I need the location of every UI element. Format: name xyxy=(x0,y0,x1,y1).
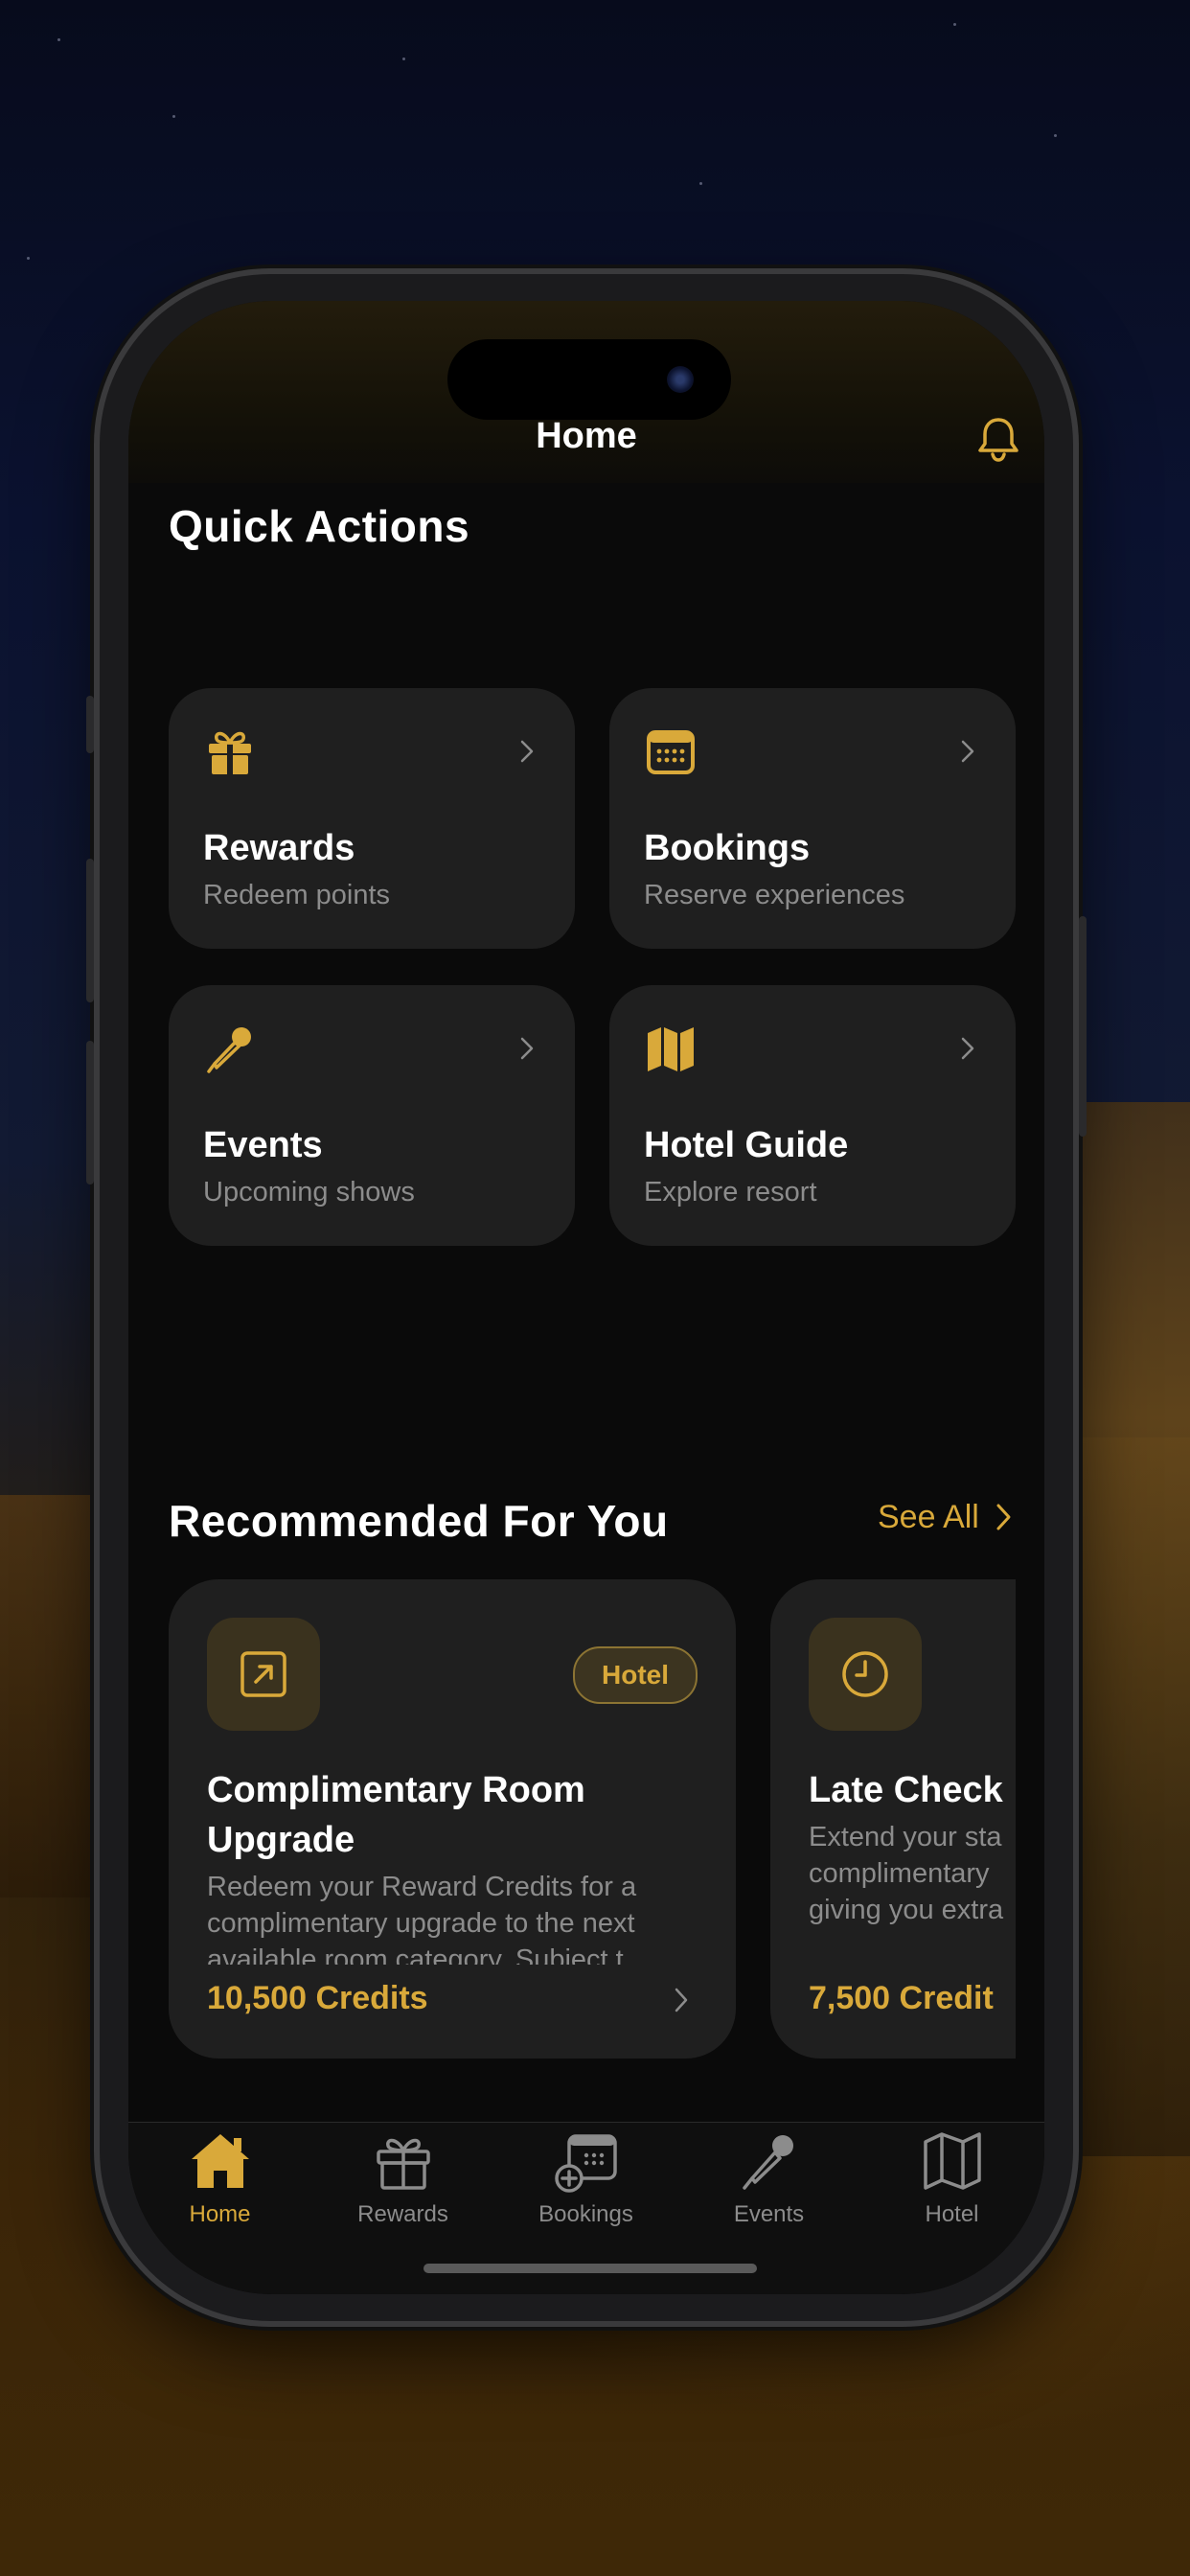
app-screen: Home Quick Actions Rewards Redeem points xyxy=(128,301,1044,2294)
quick-actions-title: Quick Actions xyxy=(169,501,470,551)
recommended-carousel[interactable]: Hotel Complimentary Room Upgrade Redeem … xyxy=(169,1579,1016,2058)
app-header: Home xyxy=(128,301,1044,483)
quick-action-title: Hotel Guide xyxy=(644,1125,849,1165)
recommended-item-description: Extend your sta complimentary giving you… xyxy=(809,1822,1004,1925)
calendar-add-icon xyxy=(555,2134,617,2193)
chevron-right-icon[interactable] xyxy=(989,1501,1018,1533)
tab-events[interactable]: Events xyxy=(677,2123,860,2238)
recommended-icon-box xyxy=(207,1618,320,1731)
background-star xyxy=(27,257,30,260)
page-title: Home xyxy=(536,416,637,456)
phone-frame: Home Quick Actions Rewards Redeem points xyxy=(86,274,1087,2321)
quick-action-hotel-guide[interactable]: Hotel Guide Explore resort xyxy=(609,985,1016,1246)
microphone-icon xyxy=(743,2135,793,2190)
recommended-item-title: Complimentary Room Upgrade xyxy=(207,1770,585,1860)
chevron-right-icon xyxy=(961,1037,974,1060)
category-badge: Hotel xyxy=(573,1646,698,1704)
microphone-icon xyxy=(207,1027,251,1073)
quick-action-bookings[interactable]: Bookings Reserve experiences xyxy=(609,688,1016,949)
background-star xyxy=(1054,134,1057,137)
tab-label: Events xyxy=(733,2201,805,2227)
tab-bookings[interactable]: Bookings xyxy=(494,2123,677,2238)
recommended-title: Recommended For You xyxy=(169,1496,669,1546)
phone-action-button xyxy=(86,696,94,753)
recommended-icon-box xyxy=(809,1618,922,1731)
bell-icon[interactable] xyxy=(972,412,1025,466)
chevron-right-icon[interactable] xyxy=(669,1986,694,2014)
chevron-right-icon xyxy=(961,740,974,763)
tab-label: Bookings xyxy=(538,2201,633,2227)
chevron-right-icon xyxy=(520,740,534,763)
background-star xyxy=(172,115,175,118)
home-icon xyxy=(192,2134,249,2188)
quick-action-subtitle: Upcoming shows xyxy=(203,1177,415,1208)
background-star xyxy=(402,58,405,60)
background-star xyxy=(57,38,60,41)
phone-power-button xyxy=(1079,916,1087,1137)
map-icon xyxy=(648,1027,694,1071)
recommended-card[interactable]: Hotel Complimentary Room Upgrade Redeem … xyxy=(169,1579,736,2058)
see-all-link[interactable]: See All xyxy=(878,1499,979,1536)
recommended-item-credits: 7,500 Credit xyxy=(809,1980,994,2016)
background-star xyxy=(699,182,702,185)
phone-volume-up-button xyxy=(86,859,94,1002)
quick-action-title: Events xyxy=(203,1125,323,1165)
recommended-item-title: Late Check xyxy=(809,1770,1003,1810)
quick-action-title: Rewards xyxy=(203,828,355,868)
quick-action-subtitle: Redeem points xyxy=(203,880,391,910)
calendar-icon xyxy=(647,730,695,774)
background-star xyxy=(953,23,956,26)
recommended-card[interactable]: Late Check Extend your sta complimentary… xyxy=(770,1579,1016,2058)
quick-action-subtitle: Explore resort xyxy=(644,1177,817,1208)
quick-action-subtitle: Reserve experiences xyxy=(644,880,905,910)
tab-hotel[interactable]: Hotel xyxy=(860,2123,1043,2238)
quick-action-rewards[interactable]: Rewards Redeem points xyxy=(169,688,575,949)
phone-volume-down-button xyxy=(86,1041,94,1184)
tab-label: Home xyxy=(189,2201,251,2227)
tab-home[interactable]: Home xyxy=(128,2123,311,2238)
home-indicator[interactable] xyxy=(423,2264,757,2273)
recommended-item-description: Redeem your Reward Credits for a complim… xyxy=(207,1872,647,1965)
chevron-right-icon xyxy=(520,1037,534,1060)
clock-icon xyxy=(842,1651,888,1697)
front-camera xyxy=(667,366,694,393)
recommended-item-credits: 10,500 Credits xyxy=(207,1980,428,2016)
tab-label: Hotel xyxy=(925,2201,979,2227)
gift-icon xyxy=(377,2138,430,2190)
quick-action-title: Bookings xyxy=(644,828,811,868)
map-icon xyxy=(924,2132,981,2190)
tab-label: Rewards xyxy=(357,2201,448,2227)
quick-action-events[interactable]: Events Upcoming shows xyxy=(169,985,575,1246)
arrow-up-right-square-icon xyxy=(240,1651,286,1697)
gift-icon xyxy=(209,731,251,774)
tab-rewards[interactable]: Rewards xyxy=(311,2123,494,2238)
